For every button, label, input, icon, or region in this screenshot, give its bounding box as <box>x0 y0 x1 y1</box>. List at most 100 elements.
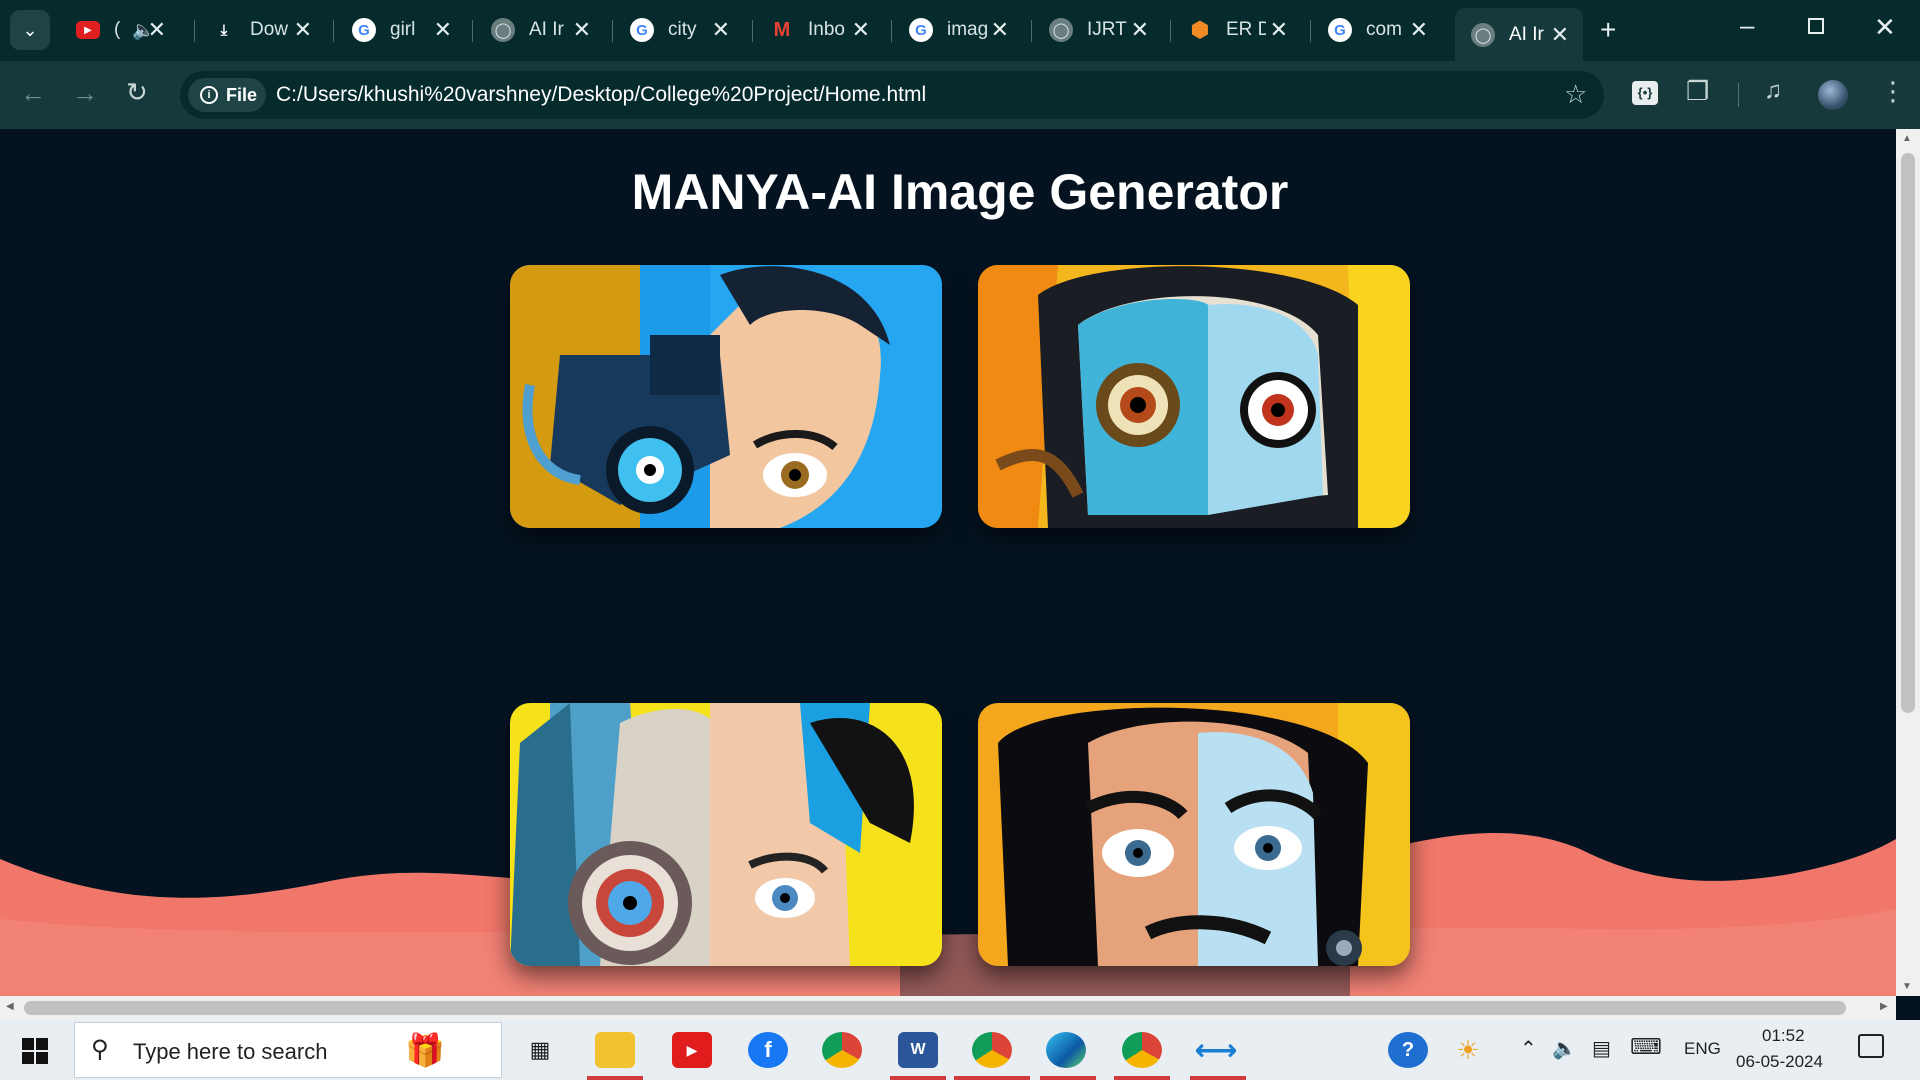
word-icon[interactable]: W <box>898 1032 938 1068</box>
tab-ai-1[interactable]: ◯ AI Ir ✕ <box>475 10 605 50</box>
download-icon: ⤓ <box>220 21 228 39</box>
minimize-button[interactable]: – <box>1740 10 1754 41</box>
tab-google-image[interactable]: G imag ✕ <box>893 10 1023 50</box>
tab-title: AI Ir <box>529 19 564 40</box>
globe-icon: ◯ <box>1049 18 1073 42</box>
search-icon: ⚲ <box>91 1036 109 1063</box>
tab-google-girl[interactable]: G girl ✕ <box>336 10 466 50</box>
tab-title: city <box>668 19 697 40</box>
tab-ijrti[interactable]: ◯ IJRTI ✕ <box>1033 10 1163 50</box>
google-icon: G <box>1328 18 1352 42</box>
generated-image-2[interactable] <box>978 265 1410 528</box>
forward-arrow-icon[interactable]: → <box>72 78 98 109</box>
generated-image-1[interactable] <box>510 265 942 528</box>
close-icon[interactable]: ✕ <box>1551 22 1569 48</box>
restore-button[interactable] <box>1808 18 1824 34</box>
vertical-scrollbar[interactable]: ▲ ▼ <box>1896 129 1920 996</box>
close-icon[interactable]: ✕ <box>852 17 870 43</box>
new-tab-button[interactable]: + <box>1600 14 1616 46</box>
close-icon[interactable]: ✕ <box>1270 17 1288 43</box>
tab-title: com <box>1366 19 1402 40</box>
task-view-icon[interactable]: ▦ <box>520 1032 560 1068</box>
browser-toolbar: ← → ↻ i File C:/Users/khushi%20varshney/… <box>0 61 1920 129</box>
wave-decoration <box>0 832 1896 996</box>
site-info-chip[interactable]: i File <box>188 78 266 112</box>
tab-title: imag <box>947 19 987 40</box>
scroll-thumb[interactable] <box>1901 153 1915 713</box>
help-icon[interactable]: ? <box>1388 1032 1428 1068</box>
youtube-app-icon[interactable]: ▶ <box>672 1032 712 1068</box>
tab-title: IJRTI <box>1087 19 1127 40</box>
scroll-down-arrow-icon[interactable]: ▼ <box>1902 981 1912 992</box>
back-arrow-icon[interactable]: ← <box>20 78 46 109</box>
network-icon[interactable]: ▤ <box>1592 1036 1611 1061</box>
tab-downloads[interactable]: ⤓ Dow ✕ <box>196 10 326 50</box>
language-indicator[interactable]: ENG <box>1684 1039 1721 1059</box>
portrait-image <box>978 265 1410 528</box>
file-explorer-icon[interactable] <box>595 1032 635 1068</box>
close-icon[interactable]: ✕ <box>991 17 1009 43</box>
address-bar[interactable]: i File C:/Users/khushi%20varshney/Deskto… <box>180 71 1604 119</box>
close-icon[interactable]: ✕ <box>434 17 452 43</box>
scroll-left-arrow-icon[interactable]: ◀ <box>6 1001 14 1012</box>
portrait-image <box>510 703 942 966</box>
vscode-icon[interactable]: ⟷ <box>1195 1032 1238 1068</box>
puzzle-extensions-icon[interactable]: ❐ <box>1686 76 1709 107</box>
tab-google-city[interactable]: G city ✕ <box>614 10 744 50</box>
chevron-up-icon[interactable]: ⌃ <box>1520 1036 1537 1061</box>
bookmark-star-icon[interactable]: ☆ <box>1564 79 1587 110</box>
google-icon: G <box>352 18 376 42</box>
weather-app-icon[interactable]: ☀ <box>1448 1032 1488 1068</box>
scroll-right-arrow-icon[interactable]: ▶ <box>1880 1001 1888 1012</box>
facebook-icon[interactable]: f <box>748 1032 788 1068</box>
close-icon[interactable]: ✕ <box>1410 17 1428 43</box>
windows-start-icon[interactable] <box>22 1038 48 1064</box>
chrome-s-icon[interactable] <box>1122 1032 1162 1068</box>
google-icon: G <box>909 18 933 42</box>
tab-title: girl <box>390 19 416 40</box>
chrome-icon[interactable] <box>822 1032 862 1068</box>
youtube-icon: ▶ <box>76 21 100 39</box>
clock-date[interactable]: 06-05-2024 <box>1736 1052 1823 1072</box>
clock-time[interactable]: 01:52 <box>1762 1026 1805 1046</box>
close-icon[interactable]: ✕ <box>573 17 591 43</box>
tab-youtube[interactable]: ▶ ( 🔈 ✕ <box>60 10 180 50</box>
volume-icon[interactable]: 🔈 <box>1552 1036 1577 1061</box>
reload-icon[interactable]: ↻ <box>126 77 148 108</box>
menu-kebab-icon[interactable]: ⋮ <box>1880 76 1906 107</box>
search-placeholder: Type here to search <box>133 1039 328 1064</box>
tab-title: ( <box>114 19 121 40</box>
scroll-thumb-horizontal[interactable] <box>24 1001 1846 1015</box>
google-icon: G <box>630 18 654 42</box>
close-icon[interactable]: ✕ <box>1131 17 1149 43</box>
tab-title: Inbo <box>808 19 845 40</box>
portrait-image <box>510 265 942 528</box>
tab-gmail[interactable]: M Inbo ✕ <box>754 10 884 50</box>
notification-center-icon[interactable] <box>1858 1034 1884 1058</box>
tab-er-diagram[interactable]: ⬢ ER D ✕ <box>1172 10 1302 50</box>
horizontal-scrollbar[interactable]: ◀ ▶ <box>0 996 1896 1020</box>
extension-badge-icon[interactable]: {•} <box>1632 81 1658 105</box>
close-icon[interactable]: ✕ <box>294 17 312 43</box>
tab-search-button[interactable]: ⌄ <box>10 10 50 50</box>
avatar[interactable] <box>1818 80 1848 110</box>
gift-flowers-icon: 🎁 <box>405 1032 445 1068</box>
tab-google-com[interactable]: G com ✕ <box>1312 10 1442 50</box>
close-icon[interactable]: ✕ <box>148 17 166 43</box>
chrome-profile-icon[interactable] <box>972 1032 1012 1068</box>
keyboard-icon[interactable]: ⌨ <box>1630 1034 1662 1060</box>
tab-ai-active[interactable]: ◯ AI Ir ✕ <box>1455 8 1583 61</box>
generated-image-3[interactable] <box>510 703 942 966</box>
windows-taskbar: ⚲ Type here to search 🎁 ▦ ▶ f W ⟷ ? ☀ ⌃ … <box>0 1020 1920 1080</box>
tab-title: AI Ir <box>1509 23 1544 45</box>
scroll-up-arrow-icon[interactable]: ▲ <box>1902 133 1912 144</box>
taskbar-search-box[interactable]: ⚲ Type here to search 🎁 <box>74 1022 502 1078</box>
close-window-button[interactable]: ✕ <box>1874 12 1896 43</box>
page-viewport: MANYA-AI Image Generator <box>0 129 1896 996</box>
media-queue-icon[interactable]: ♫ <box>1764 77 1782 105</box>
url-text[interactable]: C:/Users/khushi%20varshney/Desktop/Colle… <box>276 83 926 107</box>
close-icon[interactable]: ✕ <box>712 17 730 43</box>
generated-image-4[interactable] <box>978 703 1410 966</box>
globe-icon: ◯ <box>491 18 515 42</box>
edge-icon[interactable] <box>1046 1032 1086 1068</box>
